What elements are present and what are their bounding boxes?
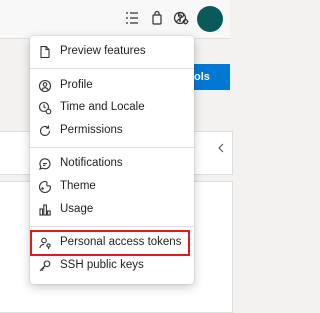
menu-item-time-and-locale[interactable]: Time and Locale <box>30 97 194 119</box>
menu-item-ssh-public-keys[interactable]: SSH public keys <box>30 255 194 277</box>
menu-item-profile[interactable]: Profile <box>30 75 194 97</box>
task-list-icon[interactable] <box>123 9 141 27</box>
top-bar <box>0 0 230 39</box>
menu-item-preview-features[interactable]: Preview features <box>30 41 194 63</box>
profile-icon <box>38 79 52 93</box>
time-locale-icon <box>38 101 52 115</box>
menu-item-theme[interactable]: Theme <box>30 176 194 198</box>
menu-item-permissions[interactable]: Permissions <box>30 120 194 142</box>
chevron-left-icon[interactable] <box>217 143 225 153</box>
menu-item-label: SSH public keys <box>60 259 144 271</box>
menu-item-label: Theme <box>60 180 96 192</box>
menu-item-label: Profile <box>60 79 93 91</box>
theme-icon <box>38 180 52 194</box>
avatar[interactable] <box>197 6 223 32</box>
chat-bubble-icon <box>38 157 52 171</box>
document-icon <box>38 45 52 59</box>
menu-item-label: Preview features <box>60 45 146 57</box>
menu-item-label: Personal access tokens <box>60 236 182 248</box>
menu-item-label: Time and Locale <box>60 101 145 113</box>
menu-item-notifications[interactable]: Notifications <box>30 153 194 175</box>
user-settings-menu: Preview features Profile Time and Locale… <box>30 36 194 284</box>
menu-item-label: Permissions <box>60 124 123 136</box>
bar-chart-icon <box>38 203 52 217</box>
menu-divider <box>30 68 194 69</box>
menu-item-label: Notifications <box>60 157 123 169</box>
person-key-icon <box>38 236 52 250</box>
shopping-bag-icon[interactable] <box>148 9 166 27</box>
menu-divider <box>30 226 194 227</box>
menu-divider <box>30 147 194 148</box>
menu-item-label: Usage <box>60 203 94 215</box>
key-icon <box>38 259 52 273</box>
refresh-icon <box>38 124 52 138</box>
menu-item-usage[interactable]: Usage <box>30 199 194 221</box>
menu-item-personal-access-tokens[interactable]: Personal access tokens <box>30 232 194 254</box>
user-settings-icon[interactable] <box>173 9 191 27</box>
